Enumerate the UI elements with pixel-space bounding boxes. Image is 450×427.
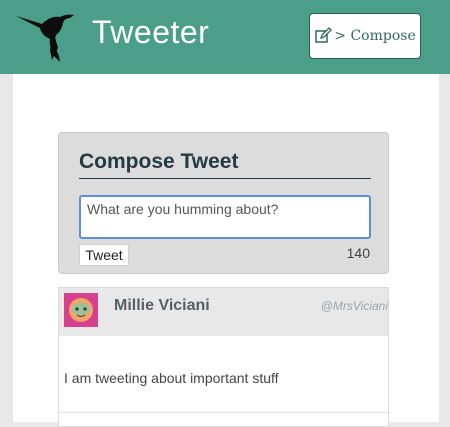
top-nav: Tweeter > Compose: [0, 0, 450, 74]
author-handle: @MrsViciani: [320, 299, 388, 313]
tweet-input[interactable]: [79, 195, 371, 239]
author-name: Millie Viciani: [114, 297, 210, 314]
compose-button[interactable]: > Compose: [309, 13, 421, 59]
tweet-footer-divider: [59, 412, 388, 413]
edit-icon: [315, 27, 333, 43]
tweet-content: I am tweeting about important stuff: [64, 370, 279, 386]
compose-divider: [79, 178, 371, 179]
tweet-card: Millie Viciani @MrsViciani I am tweeting…: [58, 287, 389, 427]
character-counter: 140: [346, 245, 370, 261]
tweet-header: Millie Viciani @MrsViciani: [59, 288, 388, 336]
hummingbird-icon: [16, 14, 74, 62]
compose-button-label: > Compose: [334, 28, 416, 44]
brand-title: Tweeter: [92, 14, 210, 50]
compose-title: Compose Tweet: [79, 150, 239, 173]
compose-tweet-panel: Compose Tweet Tweet 140: [58, 132, 389, 274]
main-content: Compose Tweet Tweet 140 Millie Viciani @…: [13, 74, 439, 427]
avatar-icon: [64, 293, 98, 327]
tweet-button[interactable]: Tweet: [79, 244, 129, 266]
